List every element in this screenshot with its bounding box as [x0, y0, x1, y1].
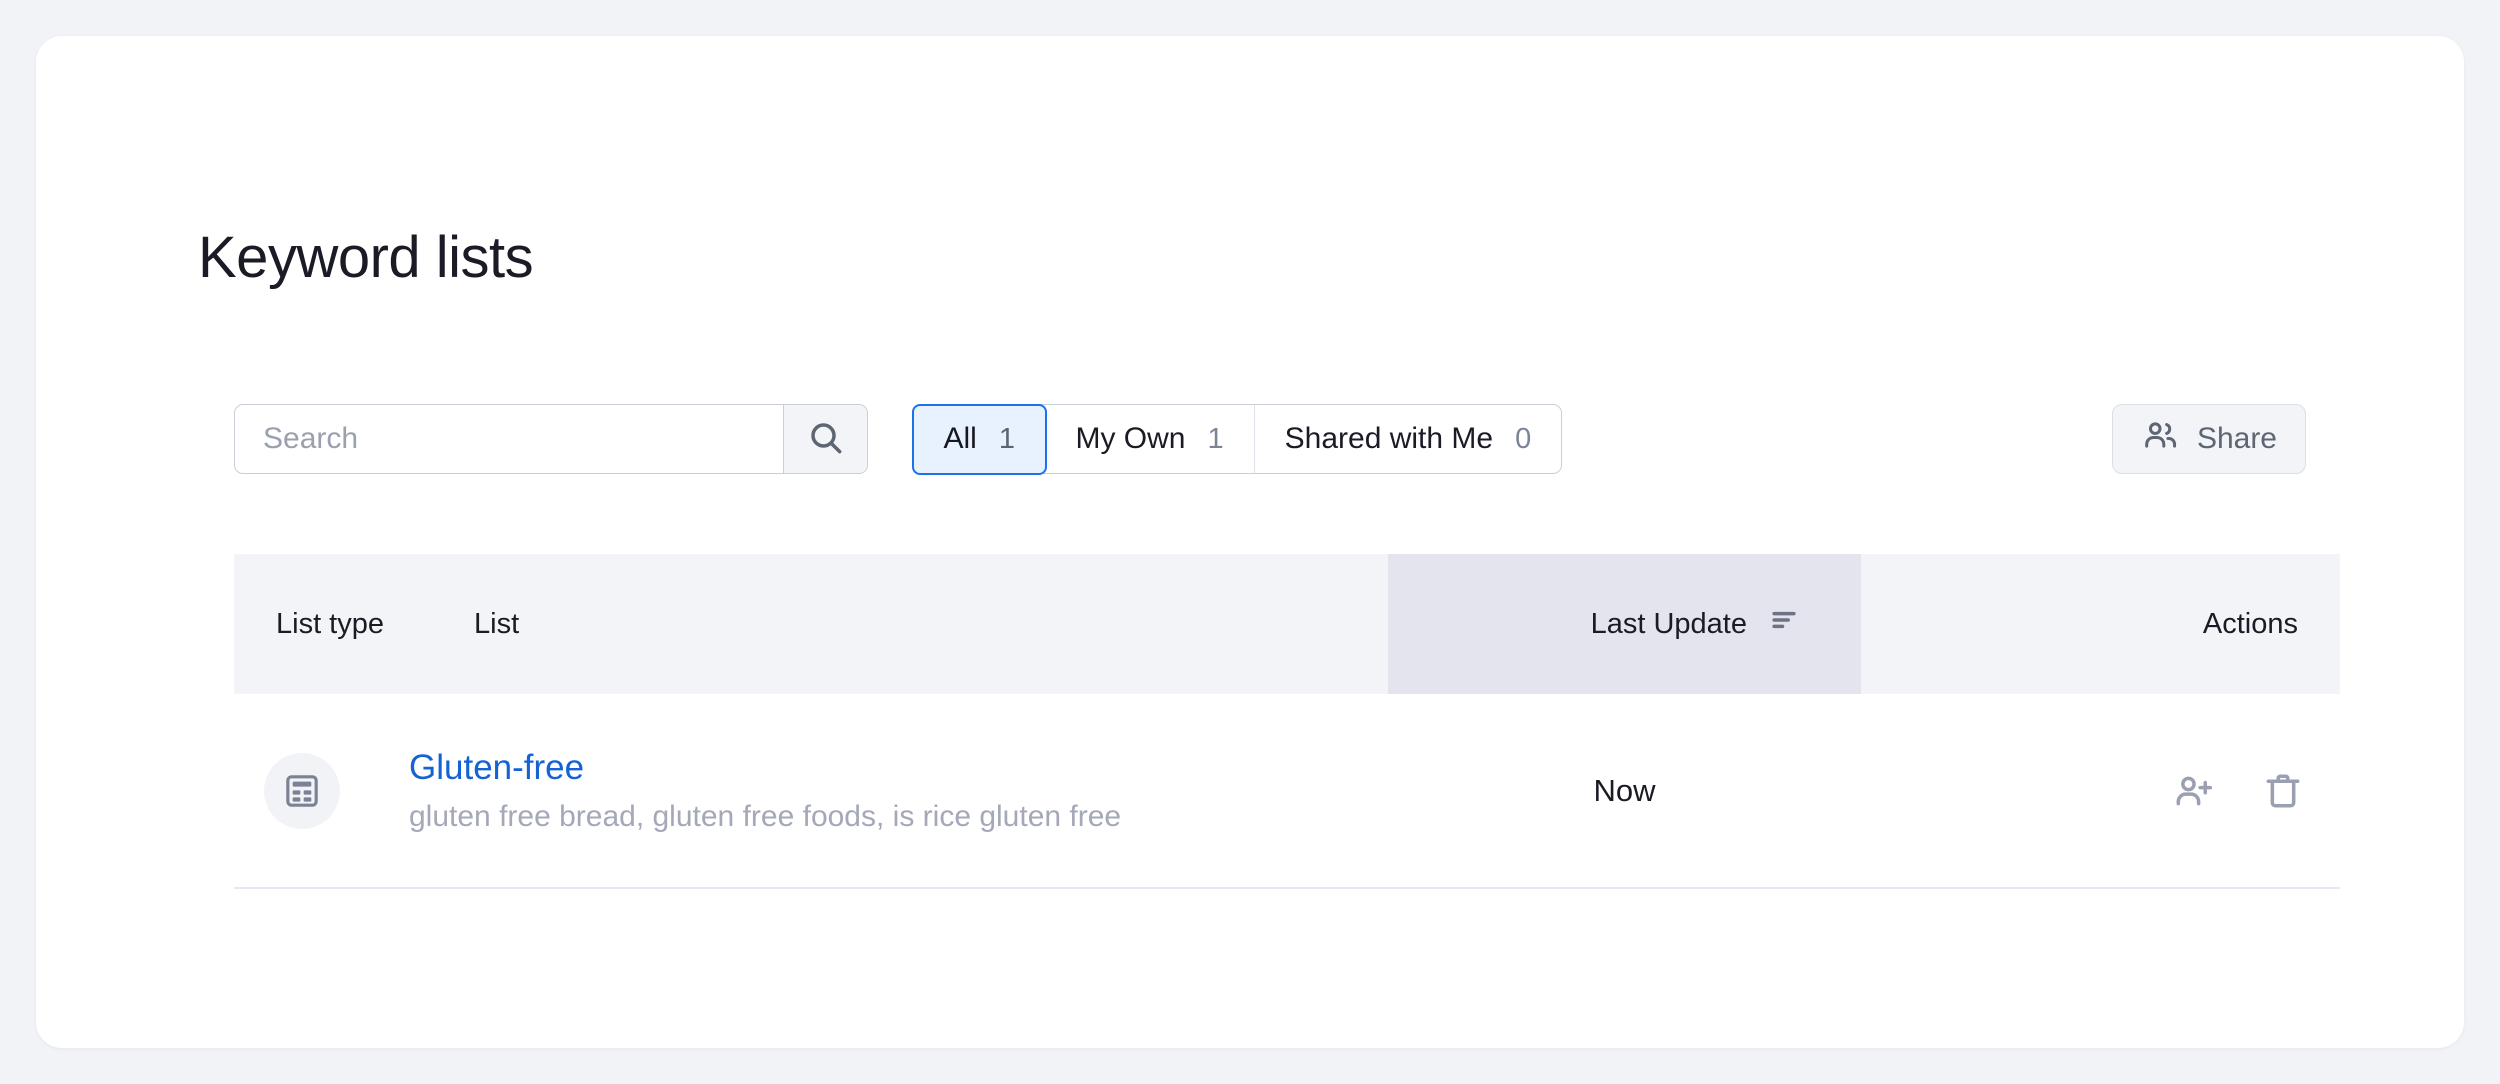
search-button[interactable] [783, 405, 867, 473]
tab-shared-with-me-label: Shared with Me [1284, 422, 1494, 455]
tab-all[interactable]: All 1 [911, 403, 1047, 475]
tab-my-own[interactable]: My Own 1 [1045, 405, 1255, 473]
column-header-list-type: List type [276, 607, 384, 640]
search-input[interactable] [235, 405, 783, 473]
keyword-lists-table: List type List Last Update Actions Glute… [234, 554, 2340, 889]
person-add-icon [2172, 770, 2214, 812]
toolbar: All 1 My Own 1 Shared with Me 0 [198, 403, 2306, 475]
tab-all-count: 1 [998, 422, 1015, 455]
list-name-link[interactable]: Gluten-free [409, 746, 1121, 790]
share-button[interactable]: Share [2111, 404, 2306, 474]
filter-tabs: All 1 My Own 1 Shared with Me 0 [911, 403, 1563, 475]
people-icon [2141, 416, 2179, 462]
list-keywords: gluten free bread, gluten free foods, is… [409, 799, 1122, 833]
search-box [234, 404, 868, 474]
share-button-label: Share [2196, 422, 2277, 455]
column-header-list: List [474, 607, 520, 640]
tab-shared-with-me[interactable]: Shared with Me 0 [1255, 405, 1562, 473]
tab-my-own-label: My Own [1075, 422, 1186, 455]
column-header-last-update[interactable]: Last Update [1388, 554, 1861, 694]
column-header-actions: Actions [2202, 607, 2298, 640]
list-last-update: Now [1593, 772, 1656, 808]
keyword-lists-card: Keyword lists All 1 My Own 1 [36, 36, 2464, 1048]
table-list-icon [264, 752, 340, 829]
list-item: Gluten-free gluten free bread, gluten fr… [409, 746, 1121, 836]
delete-list-button[interactable] [2262, 770, 2304, 812]
table-row: Gluten-free gluten free bread, gluten fr… [234, 694, 2340, 889]
tab-all-label: All [943, 422, 977, 455]
column-header-last-update-label: Last Update [1590, 607, 1747, 640]
tab-my-own-count: 1 [1207, 422, 1224, 455]
search-icon [806, 418, 846, 461]
row-actions [2172, 770, 2304, 812]
table-header: List type List Last Update Actions [234, 554, 2340, 694]
page-title: Keyword lists [198, 224, 534, 290]
sort-descending-icon [1767, 603, 1801, 645]
trash-icon [2262, 770, 2304, 812]
share-list-button[interactable] [2172, 770, 2214, 812]
tab-shared-with-me-count: 0 [1515, 422, 1532, 455]
